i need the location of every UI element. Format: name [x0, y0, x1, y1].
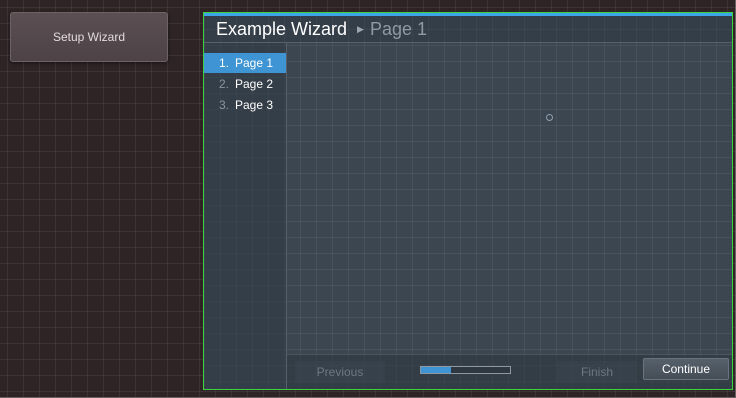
- wizard-progress-bar: [420, 366, 511, 374]
- wizard-title: Example Wizard: [216, 18, 348, 39]
- step-label: Page 1: [235, 56, 274, 70]
- finish-button[interactable]: Finish: [557, 361, 637, 383]
- continue-button[interactable]: Continue: [643, 358, 729, 380]
- previous-button-label: Previous: [316, 365, 364, 379]
- setup-wizard-button[interactable]: Setup Wizard: [10, 12, 168, 62]
- wizard-header: Example Wizard ▶ Page 1: [204, 16, 732, 43]
- chevron-right-icon: ▶: [357, 23, 364, 34]
- step-item-page-2[interactable]: 2. Page 2: [204, 74, 286, 94]
- finish-button-label: Finish: [580, 365, 613, 379]
- setup-wizard-label: Setup Wizard: [52, 30, 126, 44]
- progress-fill: [421, 367, 451, 373]
- step-number: 1.: [219, 56, 230, 70]
- step-item-page-3[interactable]: 3. Page 3: [204, 95, 286, 115]
- step-number: 2.: [219, 77, 230, 91]
- step-label: Page 2: [235, 77, 274, 91]
- continue-button-label: Continue: [661, 362, 711, 376]
- step-number: 3.: [219, 98, 230, 112]
- step-list: 1. Page 1 2. Page 2 3. Page 3: [204, 43, 287, 389]
- previous-button[interactable]: Previous: [295, 361, 385, 383]
- step-item-page-1[interactable]: 1. Page 1: [204, 53, 286, 73]
- breadcrumb-current-page: Page 1: [369, 18, 428, 39]
- mouse-cursor-icon: [546, 114, 553, 121]
- wizard-window: Example Wizard ▶ Page 1 1. Page 1 2. Pag…: [203, 12, 733, 390]
- step-label: Page 3: [235, 98, 274, 112]
- wizard-footer: Previous Finish Continue: [287, 354, 732, 389]
